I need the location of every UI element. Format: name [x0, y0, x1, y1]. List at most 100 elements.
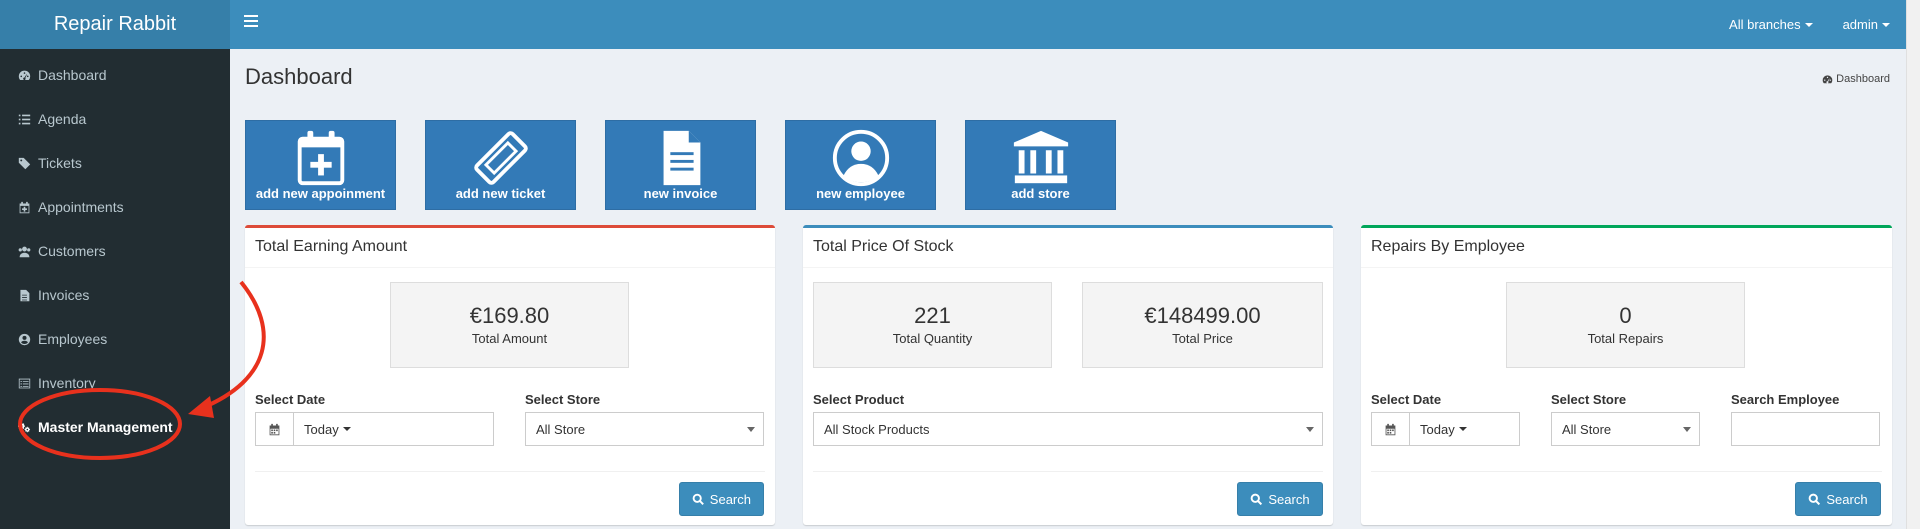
stat-value: €169.80: [469, 303, 550, 328]
navbar-right: All branches admin: [1699, 0, 1890, 49]
store-value: All Store: [536, 421, 586, 437]
sidebar-item-agenda[interactable]: Agenda: [0, 97, 230, 141]
page-title: Dashboard: [245, 64, 353, 89]
sidebar-item-label: Customers: [38, 243, 106, 259]
sidebar-item-label: Master Management: [38, 419, 173, 435]
sidebar-item-label: Invoices: [38, 287, 90, 303]
chevron-down-icon: [1683, 427, 1691, 432]
calendar-plus-icon: [18, 201, 38, 214]
breadcrumb-item[interactable]: Dashboard: [1836, 73, 1890, 85]
earning-panel: Total Earning Amount €169.80 Total Amoun…: [245, 225, 775, 525]
chevron-down-icon: [1882, 22, 1890, 27]
chevron-down-icon: [342, 427, 351, 431]
vertical-scrollbar[interactable]: [1906, 0, 1920, 529]
product-select[interactable]: All Stock Products: [813, 412, 1323, 446]
sidebar-item-label: Employees: [38, 331, 108, 347]
tile-label: add new ticket: [455, 186, 546, 201]
breadcrumb: Dashboard: [1822, 73, 1890, 85]
date-value: Today: [1420, 421, 1455, 437]
product-value: All Stock Products: [824, 421, 930, 437]
store-select[interactable]: All Store: [525, 412, 764, 446]
stat-label: Total Repairs: [1587, 331, 1664, 346]
calendar-plus-icon: [297, 130, 344, 186]
calendar-icon: [1372, 413, 1410, 445]
chevron-down-icon: [747, 427, 755, 432]
date-label: Select Date: [255, 392, 326, 407]
users-icon: [18, 245, 38, 258]
add-store-tile[interactable]: add store: [965, 120, 1116, 210]
panel-title: Repairs By Employee: [1361, 228, 1892, 268]
user-circle-icon: [18, 333, 38, 346]
ticket-icon: [473, 131, 528, 185]
dashboard-icon: [18, 69, 38, 82]
sidebar: Repair Rabbit Dashboard Agenda Tickets A…: [0, 0, 230, 529]
panel-title: Total Earning Amount: [245, 228, 775, 268]
chevron-down-icon: [1458, 427, 1467, 431]
stat-value: 0: [1619, 303, 1632, 328]
search-icon: [1809, 493, 1821, 505]
divider: [1371, 471, 1882, 472]
product-label: Select Product: [813, 392, 905, 407]
branches-dropdown[interactable]: All branches: [1729, 17, 1813, 32]
search-button[interactable]: Search: [1795, 482, 1881, 516]
chevron-down-icon: [1306, 427, 1314, 432]
app-logo[interactable]: Repair Rabbit: [0, 0, 230, 49]
user-circle-icon: [832, 129, 889, 187]
sidebar-item-dashboard[interactable]: Dashboard: [0, 53, 230, 97]
calendar-icon: [256, 413, 294, 445]
sidebar-item-invoices[interactable]: Invoices: [0, 273, 230, 317]
store-select[interactable]: All Store: [1551, 412, 1700, 446]
divider: [255, 471, 765, 472]
employee-search-input[interactable]: [1731, 412, 1880, 446]
sidebar-item-label: Tickets: [38, 155, 82, 171]
total-amount-box: €169.80 Total Amount: [390, 282, 629, 368]
list-alt-icon: [18, 377, 38, 390]
search-icon: [692, 493, 704, 505]
tile-label: new invoice: [643, 186, 718, 201]
button-label: Search: [1826, 491, 1868, 507]
date-label: Select Date: [1371, 392, 1442, 407]
employee-label: Search Employee: [1731, 392, 1840, 407]
search-button[interactable]: Search: [1237, 482, 1323, 516]
sidebar-item-employees[interactable]: Employees: [0, 317, 230, 361]
user-dropdown[interactable]: admin: [1843, 17, 1890, 32]
sidebar-item-label: Dashboard: [38, 67, 107, 83]
tag-icon: [18, 157, 38, 170]
date-picker[interactable]: Today: [255, 412, 494, 446]
sidebar-item-inventory[interactable]: Inventory: [0, 361, 230, 405]
add-ticket-tile[interactable]: add new ticket: [425, 120, 576, 210]
search-button[interactable]: Search: [679, 482, 764, 516]
dashboard-icon: [1822, 74, 1833, 83]
list-icon: [18, 113, 38, 126]
search-icon: [1251, 493, 1263, 505]
total-quantity-box: 221 Total Quantity: [813, 282, 1052, 368]
date-value: Today: [304, 421, 339, 437]
user-label: admin: [1842, 17, 1878, 32]
add-appointment-tile[interactable]: add new appoinment: [245, 120, 396, 210]
tile-label: new employee: [816, 186, 905, 201]
file-text-icon: [663, 130, 700, 186]
stat-label: Total Price: [1172, 331, 1233, 346]
sidebar-item-label: Agenda: [38, 111, 87, 127]
sidebar-item-appointments[interactable]: Appointments: [0, 185, 230, 229]
store-label: Select Store: [1551, 392, 1627, 407]
button-label: Search: [709, 491, 751, 507]
sidebar-item-tickets[interactable]: Tickets: [0, 141, 230, 185]
stat-label: Total Amount: [471, 331, 548, 346]
store-label: Select Store: [525, 392, 601, 407]
sidebar-item-label: Appointments: [38, 199, 124, 215]
tile-label: add new appoinment: [255, 186, 386, 201]
sidebar-item-customers[interactable]: Customers: [0, 229, 230, 273]
sidebar-item-master-management[interactable]: Master Management: [0, 405, 230, 449]
new-invoice-tile[interactable]: new invoice: [605, 120, 756, 210]
date-picker[interactable]: Today: [1371, 412, 1520, 446]
button-label: Search: [1268, 491, 1310, 507]
hamburger-menu-icon[interactable]: [244, 15, 258, 29]
bank-icon: [1013, 130, 1068, 184]
stock-panel: Total Price Of Stock 221 Total Quantity …: [803, 225, 1333, 525]
branches-label: All branches: [1729, 17, 1801, 32]
total-price-box: €148499.00 Total Price: [1082, 282, 1323, 368]
new-employee-tile[interactable]: new employee: [785, 120, 936, 210]
sidebar-menu: Dashboard Agenda Tickets Appointments Cu…: [0, 49, 230, 449]
store-value: All Store: [1562, 421, 1612, 437]
